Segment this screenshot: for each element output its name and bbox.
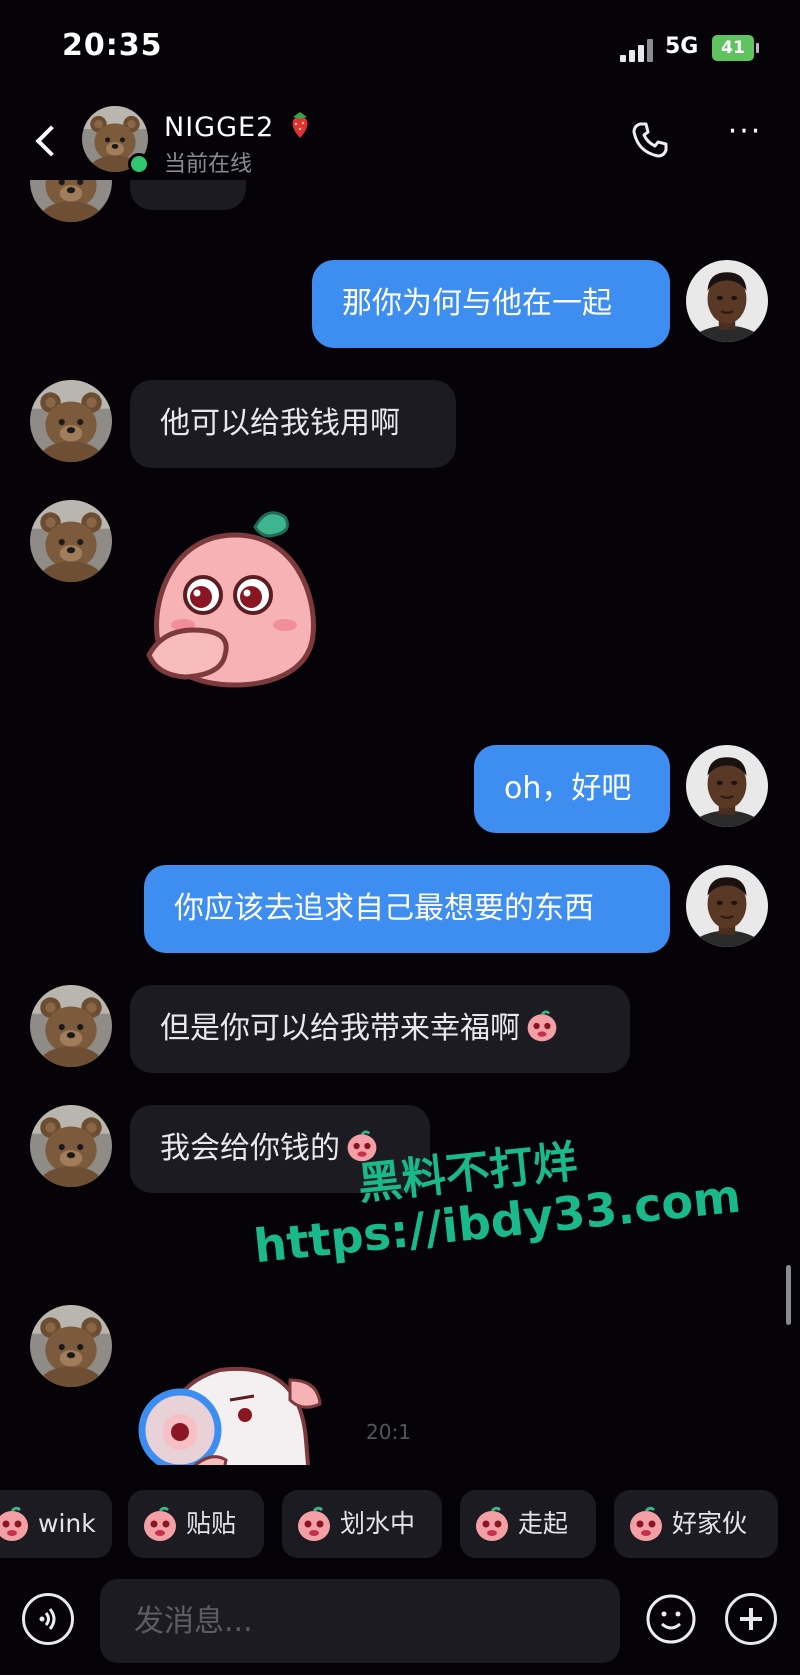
contact-name[interactable]: NIGGE2 (164, 108, 316, 143)
message-bubble-in: 没 (130, 180, 246, 210)
blush-emoji-icon (524, 1008, 560, 1044)
contact-avatar[interactable] (30, 1305, 112, 1387)
quick-reply-label: 走起 (518, 1509, 569, 1538)
status-time: 20:35 (62, 28, 163, 63)
input-bar (0, 1575, 800, 1675)
battery-icon: 41 (712, 35, 759, 61)
quick-reply-label: 贴贴 (186, 1509, 237, 1538)
quick-reply-haojiahuo[interactable]: 好家伙 (614, 1490, 778, 1558)
message-timestamp: 20:1 (366, 1420, 411, 1444)
online-indicator (128, 153, 150, 175)
quick-reply-wink[interactable]: wink (0, 1490, 112, 1558)
peach-magnifier-sticker[interactable] (130, 1320, 330, 1465)
contact-avatar[interactable] (30, 500, 112, 582)
message-text: 但是你可以给我带来幸福啊 (160, 1011, 520, 1046)
phone-icon[interactable] (628, 118, 672, 162)
surprised-emoji-icon (626, 1504, 666, 1544)
message-bubble-out: 那你为何与他在一起 (312, 260, 670, 348)
scrollbar[interactable] (786, 1265, 791, 1325)
voice-icon[interactable] (22, 1593, 74, 1645)
swim-emoji-icon (294, 1504, 334, 1544)
quick-reply-zouqi[interactable]: 走起 (460, 1490, 596, 1558)
wink-emoji-icon (0, 1504, 32, 1544)
signal-icon (620, 38, 660, 62)
message-bubble-out: 你应该去追求自己最想要的东西 (144, 865, 670, 953)
more-options-icon[interactable]: ··· (720, 117, 770, 158)
my-avatar[interactable] (686, 745, 768, 827)
message-bubble-in: 他可以给我钱用啊 (130, 380, 456, 468)
contact-avatar[interactable] (30, 380, 112, 462)
message-bubble-in: 但是你可以给我带来幸福啊 (130, 985, 630, 1073)
network-type: 5G (665, 34, 699, 59)
status-bar: 20:35 5G 41 (0, 0, 800, 100)
quick-reply-bar: wink 贴贴 划水中 走起 好家伙 (0, 1482, 800, 1564)
hug-emoji-icon (140, 1504, 180, 1544)
message-bubble-out: oh，好吧 (474, 745, 670, 833)
contact-status: 当前在线 (164, 152, 253, 177)
message-input[interactable] (100, 1579, 620, 1663)
emoji-icon[interactable] (645, 1593, 697, 1645)
contact-avatar[interactable] (30, 180, 112, 222)
my-avatar[interactable] (686, 260, 768, 342)
cool-emoji-icon (472, 1504, 512, 1544)
chat-header: NIGGE2 当前在线 ··· (0, 100, 800, 190)
quick-reply-label: wink (38, 1509, 96, 1538)
quick-reply-tietie[interactable]: 贴贴 (128, 1490, 264, 1558)
my-avatar[interactable] (686, 865, 768, 947)
contact-avatar[interactable] (30, 985, 112, 1067)
plus-icon[interactable] (725, 1593, 777, 1645)
contact-avatar[interactable] (30, 1105, 112, 1187)
strawberry-icon (292, 112, 308, 138)
peach-blush-sticker[interactable] (135, 495, 335, 695)
quick-reply-label: 划水中 (340, 1509, 416, 1538)
back-icon[interactable] (30, 118, 70, 166)
quick-reply-huashuizhong[interactable]: 划水中 (282, 1490, 442, 1558)
quick-reply-label: 好家伙 (672, 1509, 748, 1538)
